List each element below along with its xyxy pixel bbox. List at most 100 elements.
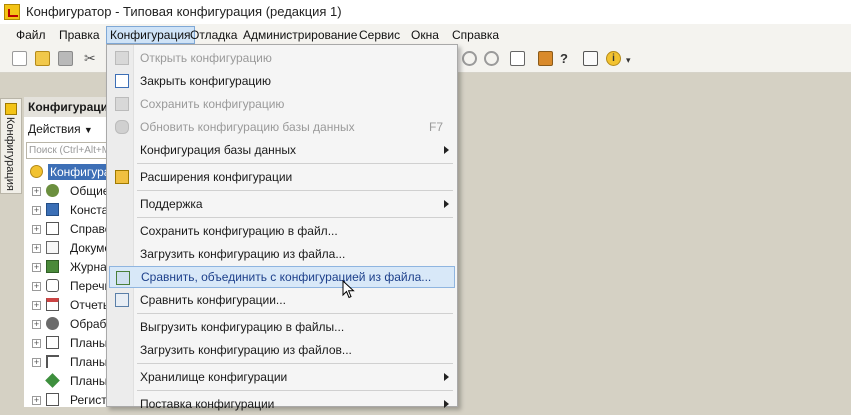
menu-item-compare[interactable]: Сравнить конфигурации... bbox=[109, 289, 455, 311]
expand-icon[interactable]: + bbox=[32, 187, 41, 196]
menu-separator bbox=[137, 390, 453, 391]
tree-label: Документы bbox=[70, 241, 108, 255]
menu-item-label: Расширения конфигурации bbox=[140, 170, 293, 184]
tree-row[interactable]: + Константы bbox=[24, 201, 108, 220]
menu-configuration[interactable]: Конфигурация bbox=[106, 26, 195, 44]
tree-label: Отчеты bbox=[70, 298, 108, 312]
menu-service[interactable]: Сервис bbox=[356, 27, 403, 43]
open-folder-icon[interactable] bbox=[35, 51, 50, 66]
menu-item-load-from-file[interactable]: Загрузить конфигурацию из файла... bbox=[109, 243, 455, 265]
save-icon[interactable] bbox=[58, 51, 73, 66]
config-root-icon bbox=[30, 165, 43, 178]
menu-item-label: Поддержка bbox=[140, 197, 203, 211]
cut-icon[interactable]: ✂ bbox=[84, 51, 99, 66]
expand-icon[interactable]: + bbox=[32, 339, 41, 348]
menu-edit[interactable]: Правка bbox=[56, 27, 103, 43]
menu-item-import-files[interactable]: Загрузить конфигурацию из файлов... bbox=[109, 339, 455, 361]
menu-item-label: Сохранить конфигурацию в файл... bbox=[140, 224, 338, 238]
tree-label: Константы bbox=[70, 203, 108, 217]
enums-icon bbox=[46, 279, 59, 292]
toolbar-more-icon[interactable]: ▾ bbox=[626, 56, 641, 71]
submenu-arrow-icon bbox=[444, 373, 449, 381]
new-file-icon[interactable] bbox=[12, 51, 27, 66]
journals-icon bbox=[46, 260, 59, 273]
menu-help[interactable]: Справка bbox=[449, 27, 502, 43]
menu-item-export-files[interactable]: Выгрузить конфигурацию в файлы... bbox=[109, 316, 455, 338]
menu-item-label: Сравнить конфигурации... bbox=[140, 293, 286, 307]
menu-administration[interactable]: Администрирование bbox=[240, 27, 360, 43]
menu-item-label: Загрузить конфигурацию из файла... bbox=[140, 247, 346, 261]
chart-accounts-icon bbox=[46, 355, 59, 368]
close-config-icon bbox=[115, 74, 129, 88]
menu-item-update-db[interactable]: Обновить конфигурацию базы данных F7 bbox=[109, 116, 455, 138]
tree-label: Общие bbox=[70, 184, 108, 198]
menu-file[interactable]: Файл bbox=[13, 27, 49, 43]
menu-item-db-config[interactable]: Конфигурация базы данных bbox=[109, 139, 455, 161]
configuration-dropdown-menu: Открыть конфигурацию Закрыть конфигураци… bbox=[106, 44, 458, 411]
extensions-icon bbox=[115, 170, 129, 184]
menu-item-save-to-file[interactable]: Сохранить конфигурацию в файл... bbox=[109, 220, 455, 242]
tree-row[interactable]: + Документы bbox=[24, 239, 108, 258]
windows-icon[interactable] bbox=[510, 51, 525, 66]
search-input[interactable]: Поиск (Ctrl+Alt+M) bbox=[26, 142, 108, 159]
menu-item-save-config[interactable]: Сохранить конфигурацию bbox=[109, 93, 455, 115]
actions-menu-button[interactable]: Действия ▼ bbox=[28, 122, 93, 136]
reports-icon bbox=[46, 298, 59, 311]
menu-windows[interactable]: Окна bbox=[408, 27, 442, 43]
expand-icon[interactable]: + bbox=[32, 206, 41, 215]
constants-icon bbox=[46, 203, 59, 216]
tree-row[interactable]: + Справочники bbox=[24, 220, 108, 239]
menu-item-extensions[interactable]: Расширения конфигурации bbox=[109, 166, 455, 188]
expand-icon[interactable]: + bbox=[32, 244, 41, 253]
info-icon[interactable]: i bbox=[606, 51, 621, 66]
tree-row[interactable]: + Обработки bbox=[24, 315, 108, 334]
tree-label: Планы видов характеристик bbox=[70, 336, 108, 350]
tree-row[interactable]: + Перечисления bbox=[24, 277, 108, 296]
tree-row[interactable]: Планы видов расчета bbox=[24, 372, 108, 391]
actions-label: Действия bbox=[28, 122, 81, 136]
tree-label: Журналы документов bbox=[70, 260, 108, 274]
tree-row[interactable]: + Журналы документов bbox=[24, 258, 108, 277]
menu-bar: Файл Правка Конфигурация Отладка Админис… bbox=[0, 24, 851, 46]
menu-item-label: Конфигурация базы данных bbox=[140, 143, 297, 157]
expand-icon[interactable]: + bbox=[32, 396, 41, 405]
menu-separator bbox=[137, 163, 453, 164]
redo-icon[interactable] bbox=[484, 51, 499, 66]
menu-debug[interactable]: Отладка bbox=[187, 27, 240, 43]
configuration-side-tab[interactable]: Конфигурация bbox=[0, 98, 22, 194]
menu-item-repository[interactable]: Хранилище конфигурации bbox=[109, 366, 455, 388]
menu-item-delivery[interactable]: Поставка конфигурации bbox=[109, 393, 455, 415]
catalogs-icon bbox=[46, 222, 59, 235]
tree-row[interactable]: + Регистры сведений bbox=[24, 391, 108, 410]
syntax-assistant-icon[interactable] bbox=[538, 51, 553, 66]
tree-row[interactable]: + Отчеты bbox=[24, 296, 108, 315]
menu-item-label: Обновить конфигурацию базы данных bbox=[140, 120, 355, 134]
help-search-icon[interactable]: ? bbox=[560, 51, 575, 66]
side-tab-label: Конфигурация bbox=[4, 117, 16, 191]
tree-label: Планы счетов bbox=[70, 355, 108, 369]
tree-row[interactable]: + Общие bbox=[24, 182, 108, 201]
shortcut-label: F7 bbox=[428, 120, 443, 134]
expand-icon[interactable]: + bbox=[32, 301, 41, 310]
menu-separator bbox=[137, 217, 453, 218]
configuration-panel: Конфигурация Действия ▼ Поиск (Ctrl+Alt+… bbox=[24, 97, 109, 407]
tree-row-configuration[interactable]: Конфигурация bbox=[24, 163, 108, 182]
tree-row[interactable]: + Планы счетов bbox=[24, 353, 108, 372]
menu-item-open-config[interactable]: Открыть конфигурацию bbox=[109, 47, 455, 69]
notes-icon[interactable] bbox=[583, 51, 598, 66]
menu-item-support[interactable]: Поддержка bbox=[109, 193, 455, 215]
tree-row[interactable]: + Планы видов характеристик bbox=[24, 334, 108, 353]
expand-icon[interactable]: + bbox=[32, 358, 41, 367]
open-config-icon bbox=[115, 51, 129, 65]
expand-icon[interactable]: + bbox=[32, 282, 41, 291]
submenu-arrow-icon bbox=[444, 146, 449, 154]
menu-separator bbox=[137, 313, 453, 314]
expand-icon[interactable]: + bbox=[32, 263, 41, 272]
chart-char-icon bbox=[46, 336, 59, 349]
menu-item-compare-merge[interactable]: Сравнить, объединить с конфигурацией из … bbox=[109, 266, 455, 288]
expand-icon[interactable]: + bbox=[32, 320, 41, 329]
menu-item-close-config[interactable]: Закрыть конфигурацию bbox=[109, 70, 455, 92]
expand-icon[interactable]: + bbox=[32, 225, 41, 234]
menu-item-label: Загрузить конфигурацию из файлов... bbox=[140, 343, 352, 357]
undo-icon[interactable] bbox=[462, 51, 477, 66]
